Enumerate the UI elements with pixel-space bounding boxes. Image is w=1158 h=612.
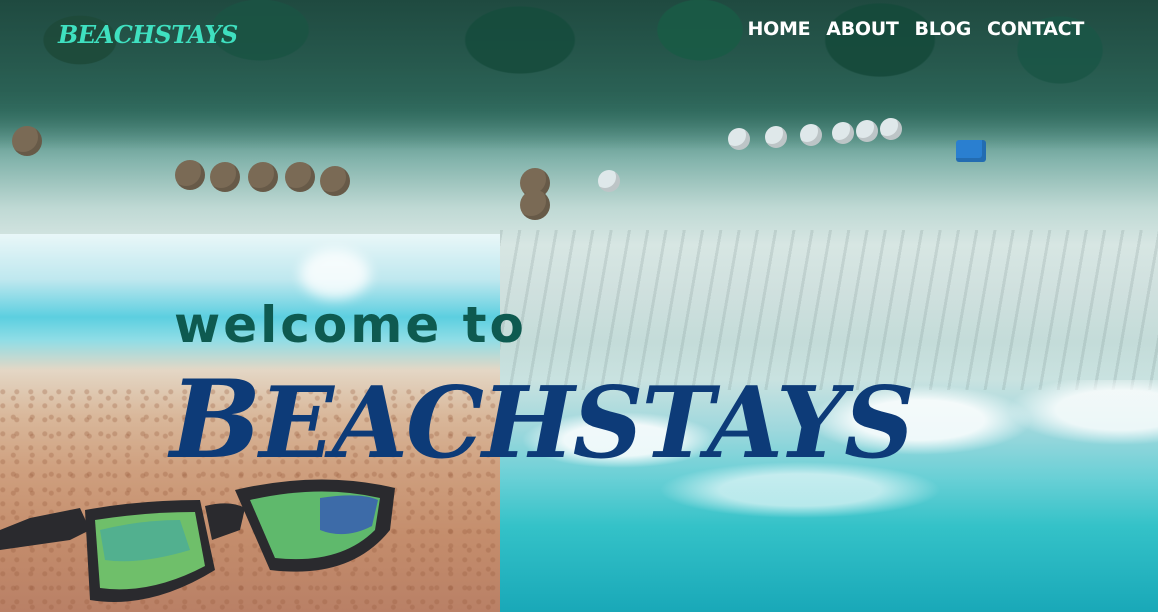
nav-contact-link[interactable]: CONTACT [987, 18, 1084, 40]
beach-umbrella [320, 166, 350, 196]
beach-umbrella [175, 160, 205, 190]
nav-about-link[interactable]: ABOUT [826, 18, 899, 40]
beach-umbrella [598, 170, 620, 192]
beach-umbrella [248, 162, 278, 192]
main-nav: HOME ABOUT BLOG CONTACT [748, 18, 1085, 40]
sunglasses-icon [0, 479, 395, 602]
hero-brand-rest: EACHSTAYS [259, 366, 915, 481]
beach-tent [956, 140, 986, 162]
nav-blog-link[interactable]: BLOG [915, 18, 972, 40]
beach-umbrella [728, 128, 750, 150]
hero-brand-initial: B [170, 357, 261, 483]
beach-umbrella [880, 118, 902, 140]
beach-umbrella [520, 190, 550, 220]
hero-welcome-text: welcome to [174, 296, 527, 354]
beach-umbrella [285, 162, 315, 192]
hero-brand-title: BEACHSTAYS [170, 366, 915, 474]
beach-umbrella [832, 122, 854, 144]
nav-home-link[interactable]: HOME [748, 18, 811, 40]
beach-umbrella [800, 124, 822, 146]
beach-umbrella [765, 126, 787, 148]
site-logo[interactable]: BEACHSTAYS [58, 20, 238, 49]
sun-glare [300, 249, 370, 299]
beach-umbrella [210, 162, 240, 192]
beach-umbrella [856, 120, 878, 142]
beach-umbrella [12, 126, 42, 156]
